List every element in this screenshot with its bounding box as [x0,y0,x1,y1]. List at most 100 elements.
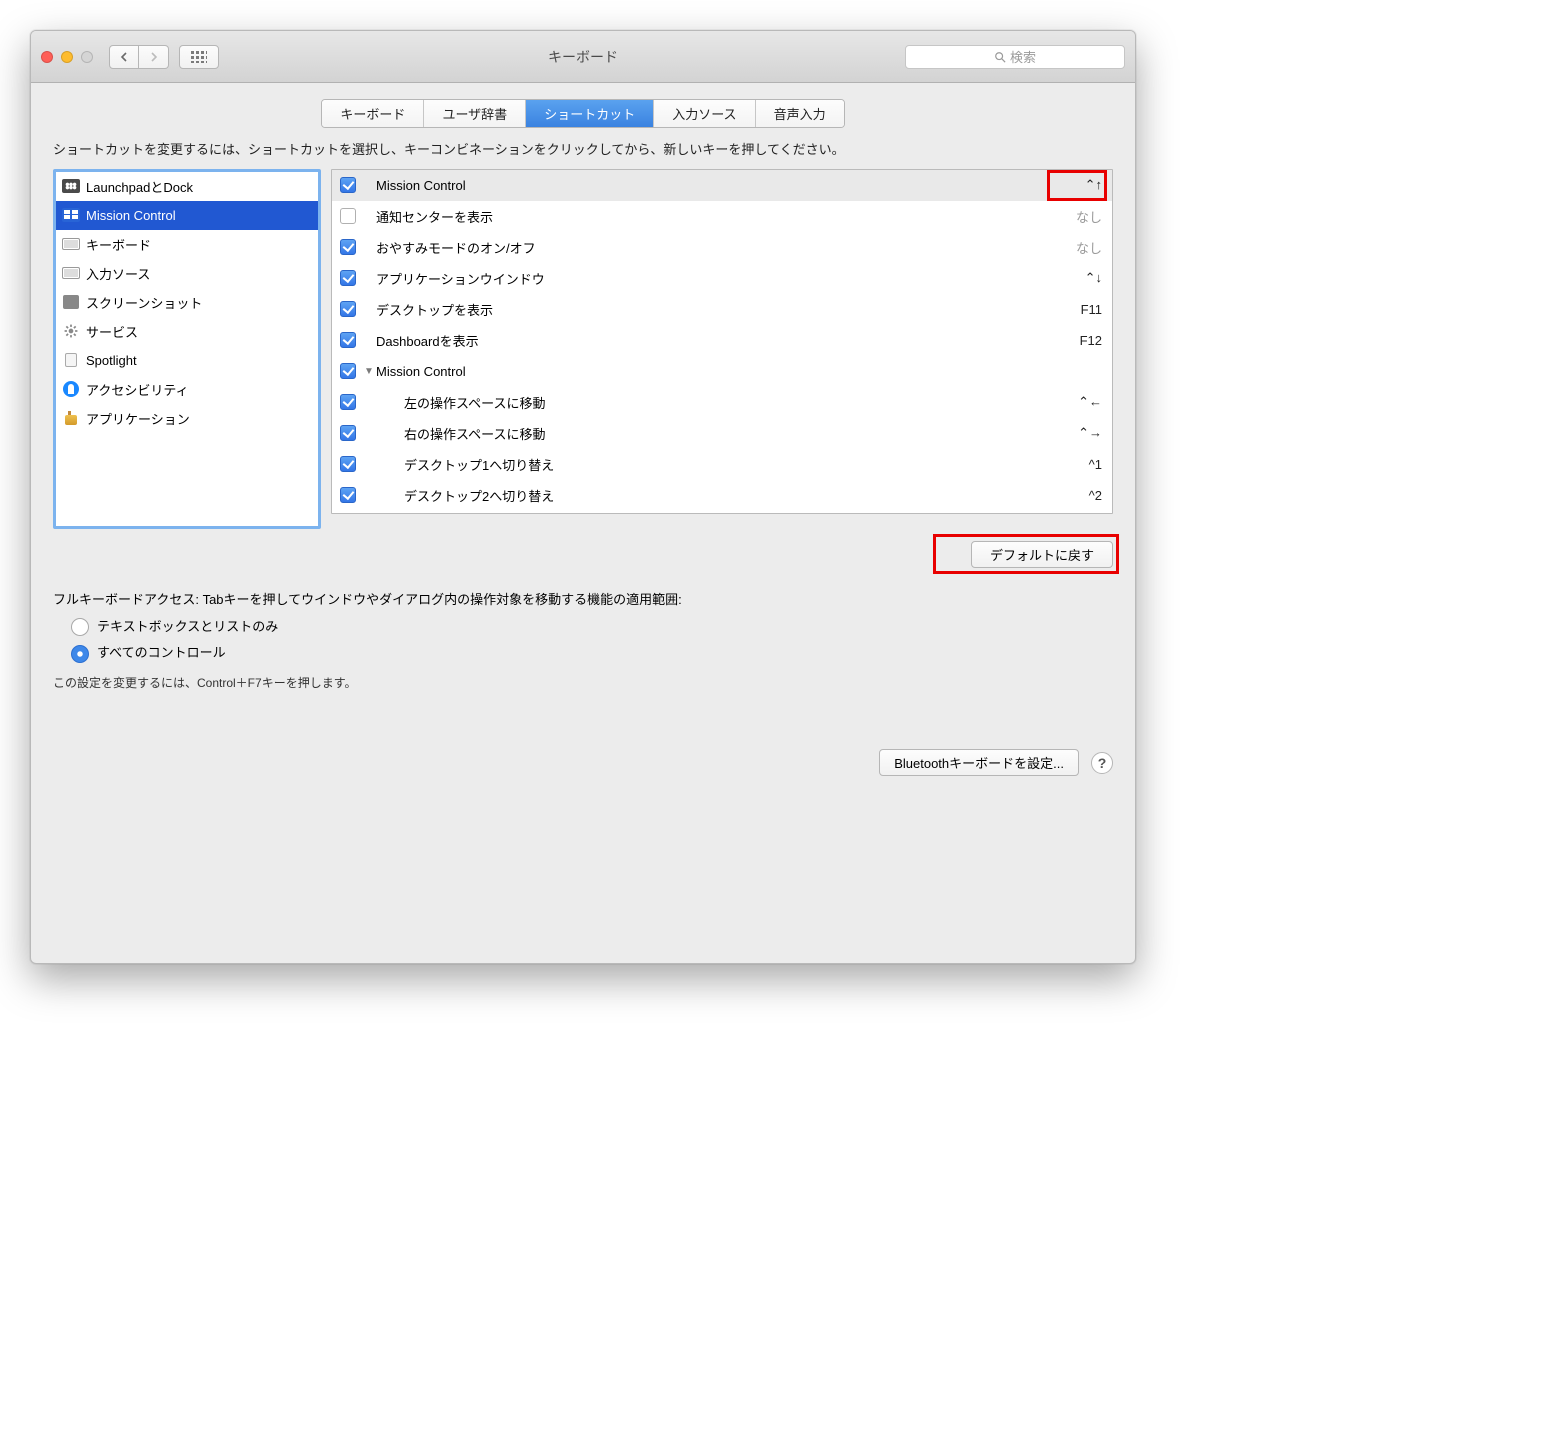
shortcut-binding[interactable]: ⌃↓ [1085,270,1102,286]
preferences-window: キーボード 検索 キーボードユーザ辞書ショートカット入力ソース音声入力 ショート… [30,30,1136,964]
category-label: アプリケーション [86,409,190,428]
shortcut-name: アプリケーションウインドウ [376,269,1085,288]
screenshot-icon [62,294,80,310]
shortcut-row[interactable]: Dashboardを表示F12 [332,325,1112,356]
shortcut-checkbox[interactable] [340,239,356,255]
nav-buttons [109,45,169,69]
category-label: Spotlight [86,353,137,368]
category-item[interactable]: アクセシビリティ [56,375,318,404]
tab-2[interactable]: ショートカット [526,100,654,127]
shortcut-binding[interactable]: ⌃← [1078,394,1102,410]
shortcut-row[interactable]: デスクトップを表示F11 [332,294,1112,325]
category-item[interactable]: キーボード [56,230,318,259]
traffic-lights [41,51,93,63]
category-label: 入力ソース [86,264,150,283]
shortcut-checkbox[interactable] [340,208,356,224]
category-item[interactable]: アプリケーション [56,404,318,433]
shortcut-row[interactable]: 左の操作スペースに移動⌃← [332,387,1112,418]
minimize-window-button[interactable] [61,51,73,63]
fka-option[interactable]: テキストボックスとリストのみ [53,617,1113,638]
main-content: ショートカットを変更するには、ショートカットを選択し、キーコンビネーションをクリ… [31,140,1135,693]
shortcut-name: おやすみモードのオン/オフ [376,238,1076,257]
shortcut-name: デスクトップ2へ切り替え [376,486,1089,505]
radio-label: すべてのコントロール [97,643,226,664]
shortcut-checkbox[interactable] [340,394,356,410]
shortcut-row[interactable]: デスクトップ1へ切り替え^1 [332,449,1112,480]
show-all-button[interactable] [179,45,219,69]
tab-4[interactable]: 音声入力 [756,100,844,127]
shortcut-checkbox[interactable] [340,177,356,193]
category-label: サービス [86,322,138,341]
shortcut-name: 通知センターを表示 [376,207,1076,226]
shortcut-checkbox[interactable] [340,487,356,503]
grid-icon [191,51,207,63]
shortcut-row[interactable]: おやすみモードのオン/オフなし [332,232,1112,263]
shortcut-checkbox[interactable] [340,270,356,286]
fka-hint: この設定を変更するには、Control＋F7キーを押します。 [53,674,1113,693]
category-list[interactable]: LaunchpadとDock Mission Control キーボード入力ソースス… [53,169,321,529]
fka-text: フルキーボードアクセス: Tabキーを押してウインドウやダイアログ内の操作対象を… [53,590,1113,611]
category-label: スクリーンショット [86,293,202,312]
shortcut-row[interactable]: デスクトップ2へ切り替え^2 [332,480,1112,511]
shortcut-row[interactable]: Mission Control⌃↑ [332,170,1112,201]
shortcut-checkbox[interactable] [340,301,356,317]
bluetooth-keyboard-button[interactable]: Bluetoothキーボードを設定... [879,749,1079,776]
category-label: LaunchpadとDock [86,177,193,196]
shortcut-name: デスクトップを表示 [376,300,1081,319]
tab-bar: キーボードユーザ辞書ショートカット入力ソース音声入力 [31,83,1135,140]
shortcut-binding[interactable]: ⌃→ [1078,425,1102,441]
forward-button[interactable] [139,45,169,69]
radio-button[interactable] [71,618,89,636]
search-icon [994,51,1006,63]
chevron-right-icon [149,52,159,62]
shortcut-checkbox[interactable] [340,363,356,379]
keyboard-icon [62,265,80,281]
back-button[interactable] [109,45,139,69]
shortcut-binding[interactable]: なし [1076,238,1102,257]
shortcut-checkbox[interactable] [340,332,356,348]
shortcut-binding[interactable]: ⌃↑ [1085,177,1102,193]
category-item[interactable]: 入力ソース [56,259,318,288]
help-button[interactable]: ? [1091,752,1113,774]
shortcut-row[interactable]: ▼Mission Control [332,356,1112,387]
shortcut-binding[interactable]: F11 [1081,302,1102,317]
shortcut-name: Mission Control [376,178,1085,193]
shortcut-checkbox[interactable] [340,425,356,441]
disclosure-triangle-icon[interactable]: ▼ [364,366,374,377]
shortcut-checkbox[interactable] [340,456,356,472]
tab-0[interactable]: キーボード [322,100,424,127]
tab-1[interactable]: ユーザ辞書 [424,100,526,127]
shortcut-binding[interactable]: ^1 [1089,457,1102,472]
shortcut-list[interactable]: Mission Control⌃↑通知センターを表示なしおやすみモードのオン/オ… [331,169,1113,514]
close-window-button[interactable] [41,51,53,63]
category-item[interactable]: Spotlight [56,346,318,375]
shortcut-name: 左の操作スペースに移動 [376,393,1078,412]
category-item[interactable]: LaunchpadとDock [56,172,318,201]
launchpad-icon [62,178,80,194]
search-input[interactable]: 検索 [905,45,1125,69]
category-item[interactable]: サービス [56,317,318,346]
shortcut-name: Dashboardを表示 [376,331,1080,350]
category-item[interactable]: Mission Control [56,201,318,230]
category-label: キーボード [86,235,151,254]
titlebar: キーボード 検索 [31,31,1135,83]
shortcut-binding[interactable]: なし [1076,207,1102,226]
shortcut-row[interactable]: 通知センターを表示なし [332,201,1112,232]
accessibility-icon [62,381,80,397]
application-icon [62,410,80,426]
shortcut-name: 右の操作スペースに移動 [376,424,1078,443]
instruction-text: ショートカットを変更するには、ショートカットを選択し、キーコンビネーションをクリ… [53,140,1113,161]
shortcut-row[interactable]: アプリケーションウインドウ⌃↓ [332,263,1112,294]
fka-option[interactable]: すべてのコントロール [53,643,1113,664]
category-item[interactable]: スクリーンショット [56,288,318,317]
restore-defaults-button[interactable]: デフォルトに戻す [971,541,1113,568]
shortcut-binding[interactable]: ^2 [1089,488,1102,503]
tab-3[interactable]: 入力ソース [654,100,755,127]
category-label: アクセシビリティ [86,380,189,399]
shortcut-row[interactable]: 右の操作スペースに移動⌃→ [332,418,1112,449]
category-label: Mission Control [86,208,176,223]
shortcut-binding[interactable]: F12 [1080,333,1102,348]
shortcut-name: デスクトップ1へ切り替え [376,455,1089,474]
radio-button[interactable] [71,645,89,663]
full-keyboard-access-section: フルキーボードアクセス: Tabキーを押してウインドウやダイアログ内の操作対象を… [53,590,1113,694]
